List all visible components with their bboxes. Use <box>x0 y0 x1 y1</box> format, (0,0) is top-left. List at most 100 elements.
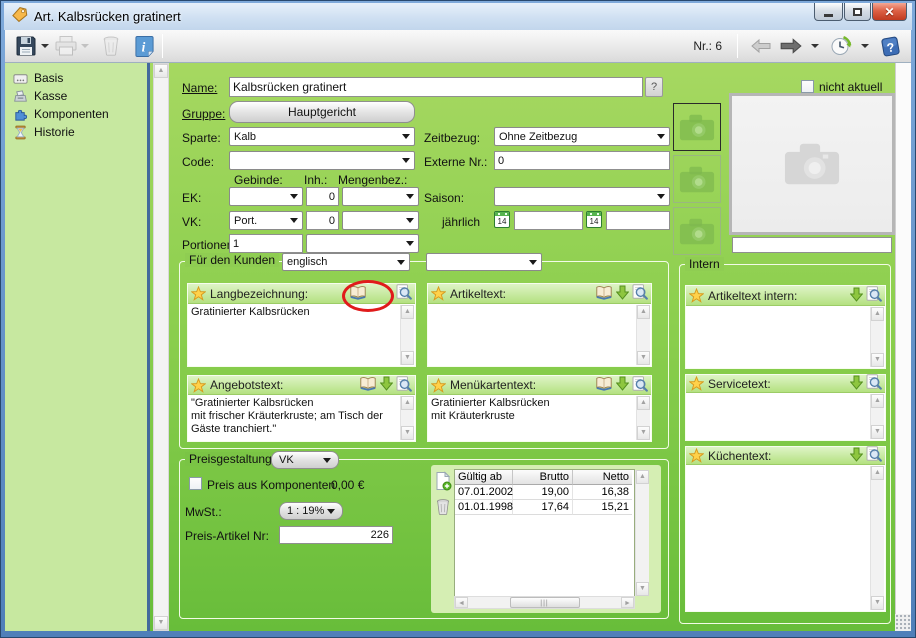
ek-inhalt-input[interactable] <box>306 187 339 206</box>
close-button[interactable]: ✕ <box>872 3 907 21</box>
column-header[interactable]: Gültig ab <box>455 470 513 485</box>
servicetext-textarea[interactable]: ▲▼ <box>686 393 885 440</box>
photo-thumbnail-3[interactable] <box>673 207 721 255</box>
phrase-book-button[interactable] <box>359 376 377 394</box>
name-input[interactable] <box>229 77 643 97</box>
scroll-up-button[interactable]: ▲ <box>637 396 650 410</box>
sparte-combobox[interactable]: Kalb <box>229 127 415 146</box>
print-button[interactable] <box>53 33 79 59</box>
mwst-combobox[interactable]: 1 : 19% <box>279 502 343 520</box>
right-scroll-strip[interactable] <box>895 63 911 631</box>
angebotstext-textarea[interactable]: "Gratinierter Kalbsrücken mit frischer K… <box>188 395 415 441</box>
ek-gebinde-combobox[interactable] <box>229 187 303 206</box>
next-record-button[interactable] <box>778 36 804 56</box>
photo-preview[interactable] <box>729 93 895 235</box>
photo-thumbnail-2[interactable] <box>673 155 721 203</box>
column-header[interactable]: Brutto <box>513 470 573 485</box>
zeitbezug-combobox[interactable]: Ohne Zeitbezug <box>494 127 670 146</box>
history-button[interactable] <box>828 33 854 59</box>
zoom-text-button[interactable] <box>632 284 648 303</box>
language2-combobox[interactable] <box>426 253 542 271</box>
print-dropdown-button[interactable] <box>81 44 89 48</box>
photo-caption-input[interactable] <box>732 237 892 253</box>
portionen-unit-combobox[interactable] <box>306 234 419 253</box>
copy-down-button[interactable] <box>850 287 863 305</box>
maximize-button[interactable] <box>844 3 871 21</box>
table-row[interactable]: 01.01.1998 17,64 15,21 <box>455 500 634 515</box>
zoom-text-button[interactable] <box>866 374 882 393</box>
table-scrollbar-vertical[interactable]: ▲ ▼ <box>635 470 649 596</box>
scroll-thumb[interactable]: ||| <box>510 597 580 608</box>
nicht-aktuell-checkbox[interactable] <box>801 80 814 93</box>
preis-mode-combobox[interactable]: VK <box>271 451 339 469</box>
sidebar-scrollbar[interactable]: ▲ ▼ <box>153 63 169 631</box>
zoom-text-button[interactable] <box>396 376 412 395</box>
save-button[interactable] <box>13 33 39 59</box>
scrollbar-vertical[interactable]: ▲▼ <box>636 396 650 440</box>
photo-thumbnail-1[interactable] <box>673 103 721 151</box>
phrase-book-button[interactable] <box>595 285 613 303</box>
add-price-button[interactable] <box>434 471 452 496</box>
scroll-down-button[interactable]: ▼ <box>154 616 168 630</box>
vk-mengenbez-combobox[interactable] <box>342 211 419 230</box>
previous-record-button[interactable] <box>749 37 773 55</box>
sidebar-item-basis[interactable]: Basis <box>13 69 147 87</box>
menukartentext-textarea[interactable]: Gratinierter Kalbsrücken mit Kräuterkrus… <box>428 395 651 441</box>
minimize-button[interactable] <box>814 3 843 21</box>
scroll-down-button[interactable]: ▼ <box>871 425 884 439</box>
vk-gebinde-combobox[interactable]: Port. <box>229 211 303 230</box>
copy-down-button[interactable] <box>850 447 863 465</box>
copy-down-button[interactable] <box>616 376 629 394</box>
info-button[interactable]: i <box>133 34 156 59</box>
scroll-up-button[interactable]: ▲ <box>871 394 884 408</box>
scroll-up-button[interactable]: ▲ <box>401 396 414 410</box>
scroll-up-button[interactable]: ▲ <box>871 466 884 480</box>
language-combobox[interactable]: englisch <box>282 253 410 271</box>
help-button[interactable]: ? <box>878 34 903 59</box>
copy-down-button[interactable] <box>850 375 863 393</box>
scrollbar-vertical[interactable]: ▲▼ <box>870 466 884 610</box>
scroll-up-button[interactable]: ▲ <box>154 64 168 78</box>
scrollbar-vertical[interactable]: ▲▼ <box>400 396 414 440</box>
save-dropdown-button[interactable] <box>41 44 49 48</box>
artikeltext-textarea[interactable]: ▲▼ <box>428 304 651 366</box>
calendar-icon[interactable]: 14 <box>494 211 510 228</box>
scroll-up-button[interactable]: ▲ <box>637 305 650 319</box>
scroll-down-button[interactable]: ▼ <box>401 426 414 440</box>
scrollbar-vertical[interactable]: ▲▼ <box>400 305 414 365</box>
column-header[interactable]: Netto <box>573 470 632 485</box>
sidebar-item-historie[interactable]: Historie <box>13 123 147 141</box>
vk-inhalt-input[interactable] <box>306 211 339 230</box>
calendar-icon[interactable]: 14 <box>586 211 602 228</box>
preis-artikel-nr-input[interactable] <box>279 526 393 544</box>
table-row[interactable]: 07.01.2002 19,00 16,38 <box>455 485 634 500</box>
scrollbar-vertical[interactable]: ▲▼ <box>636 305 650 365</box>
resize-grip[interactable] <box>895 614 911 631</box>
history-dropdown-button[interactable] <box>861 44 869 48</box>
artikeltext-intern-textarea[interactable]: ▲▼ <box>686 306 885 368</box>
zoom-text-button[interactable] <box>396 284 412 303</box>
scroll-right-button[interactable]: ► <box>621 597 634 608</box>
gruppe-button[interactable]: Hauptgericht <box>229 101 415 123</box>
scrollbar-vertical[interactable]: ▲▼ <box>870 394 884 439</box>
zoom-text-button[interactable] <box>866 286 882 305</box>
scroll-down-button[interactable]: ▼ <box>637 426 650 440</box>
scroll-left-button[interactable]: ◄ <box>455 597 468 608</box>
scroll-down-button[interactable]: ▼ <box>401 351 414 365</box>
scroll-up-button[interactable]: ▲ <box>636 470 649 484</box>
scroll-down-button[interactable]: ▼ <box>871 353 884 367</box>
externe-nr-input[interactable] <box>494 151 670 170</box>
scroll-up-button[interactable]: ▲ <box>871 307 884 321</box>
table-scrollbar-horizontal[interactable]: ◄ ||| ► <box>454 596 635 609</box>
scroll-down-button[interactable]: ▼ <box>636 582 649 596</box>
jaehrlich-von-input[interactable] <box>514 211 583 230</box>
langbezeichnung-textarea[interactable]: Gratinierter Kalbsrücken ▲▼ <box>188 304 415 366</box>
scroll-down-button[interactable]: ▼ <box>637 351 650 365</box>
name-help-button[interactable]: ? <box>645 77 663 97</box>
phrase-book-button[interactable] <box>595 376 613 394</box>
preis-aus-komponenten-checkbox[interactable] <box>189 477 202 490</box>
sidebar-item-komponenten[interactable]: Komponenten <box>13 105 147 123</box>
zoom-text-button[interactable] <box>632 376 648 395</box>
copy-down-button[interactable] <box>616 285 629 303</box>
kuechentext-textarea[interactable]: ▲▼ <box>686 465 885 611</box>
